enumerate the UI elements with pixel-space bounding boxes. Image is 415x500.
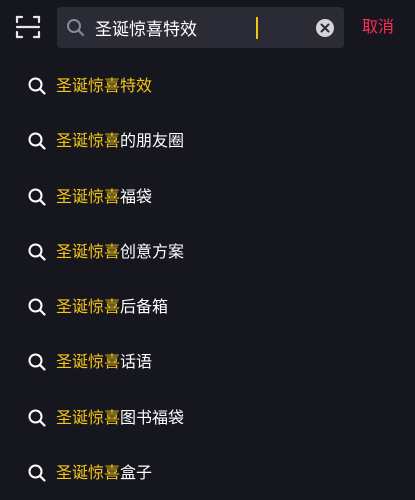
clear-icon[interactable] xyxy=(315,18,335,38)
suggestion-highlight: 圣诞惊喜 xyxy=(56,186,121,206)
search-icon xyxy=(27,463,47,483)
suggestion-rest: 的朋友圈 xyxy=(120,131,185,151)
suggestion-item[interactable]: 圣诞惊喜后备箱 xyxy=(0,279,415,334)
search-icon xyxy=(27,76,47,96)
suggestion-item[interactable]: 圣诞惊喜的朋友圈 xyxy=(0,113,415,168)
search-icon xyxy=(27,242,47,262)
suggestion-text: 圣诞惊喜的朋友圈 xyxy=(56,130,184,152)
suggestion-rest: 后备箱 xyxy=(120,297,169,317)
suggestion-highlight: 圣诞惊喜 xyxy=(56,131,121,151)
suggestion-highlight: 圣诞惊喜 xyxy=(56,463,121,483)
suggestion-highlight: 圣诞惊喜 xyxy=(56,241,121,261)
suggestion-item[interactable]: 圣诞惊喜福袋 xyxy=(0,169,415,224)
suggestion-text: 圣诞惊喜图书福袋 xyxy=(56,407,184,429)
suggestion-text: 圣诞惊喜盒子 xyxy=(56,462,152,484)
suggestion-highlight: 圣诞惊喜 xyxy=(56,352,121,372)
search-icon xyxy=(27,297,47,317)
suggestion-rest: 福袋 xyxy=(120,186,153,206)
scan-icon[interactable] xyxy=(14,13,42,41)
search-icon xyxy=(27,187,47,207)
suggestion-text: 圣诞惊喜特效 xyxy=(56,75,152,97)
search-header: 取消 xyxy=(0,0,415,56)
suggestion-text: 圣诞惊喜话语 xyxy=(56,351,152,373)
suggestion-list: 圣诞惊喜特效 圣诞惊喜的朋友圈 圣诞惊喜福袋 圣诞惊喜创意方案 圣诞惊喜后备箱 … xyxy=(0,58,415,500)
suggestion-highlight: 圣诞惊喜特效 xyxy=(56,76,153,95)
search-input[interactable] xyxy=(95,7,305,48)
search-icon xyxy=(27,408,47,428)
search-icon xyxy=(27,352,47,372)
suggestion-item[interactable]: 圣诞惊喜盒子 xyxy=(0,445,415,500)
suggestion-rest: 话语 xyxy=(120,352,153,372)
suggestion-item[interactable]: 圣诞惊喜创意方案 xyxy=(0,224,415,279)
suggestion-rest: 盒子 xyxy=(120,463,153,483)
suggestion-highlight: 圣诞惊喜 xyxy=(56,407,121,427)
cancel-button[interactable]: 取消 xyxy=(362,17,394,37)
suggestion-rest: 创意方案 xyxy=(120,241,185,261)
suggestion-item[interactable]: 圣诞惊喜图书福袋 xyxy=(0,390,415,445)
search-box[interactable] xyxy=(57,7,344,48)
text-cursor xyxy=(256,17,258,39)
suggestion-highlight: 圣诞惊喜 xyxy=(56,297,121,317)
search-icon xyxy=(66,18,85,37)
suggestion-item[interactable]: 圣诞惊喜话语 xyxy=(0,334,415,389)
suggestion-rest: 图书福袋 xyxy=(120,407,185,427)
search-icon xyxy=(27,131,47,151)
suggestion-item[interactable]: 圣诞惊喜特效 xyxy=(0,58,415,113)
suggestion-text: 圣诞惊喜后备箱 xyxy=(56,296,168,318)
suggestion-text: 圣诞惊喜创意方案 xyxy=(56,241,184,263)
suggestion-text: 圣诞惊喜福袋 xyxy=(56,186,152,208)
